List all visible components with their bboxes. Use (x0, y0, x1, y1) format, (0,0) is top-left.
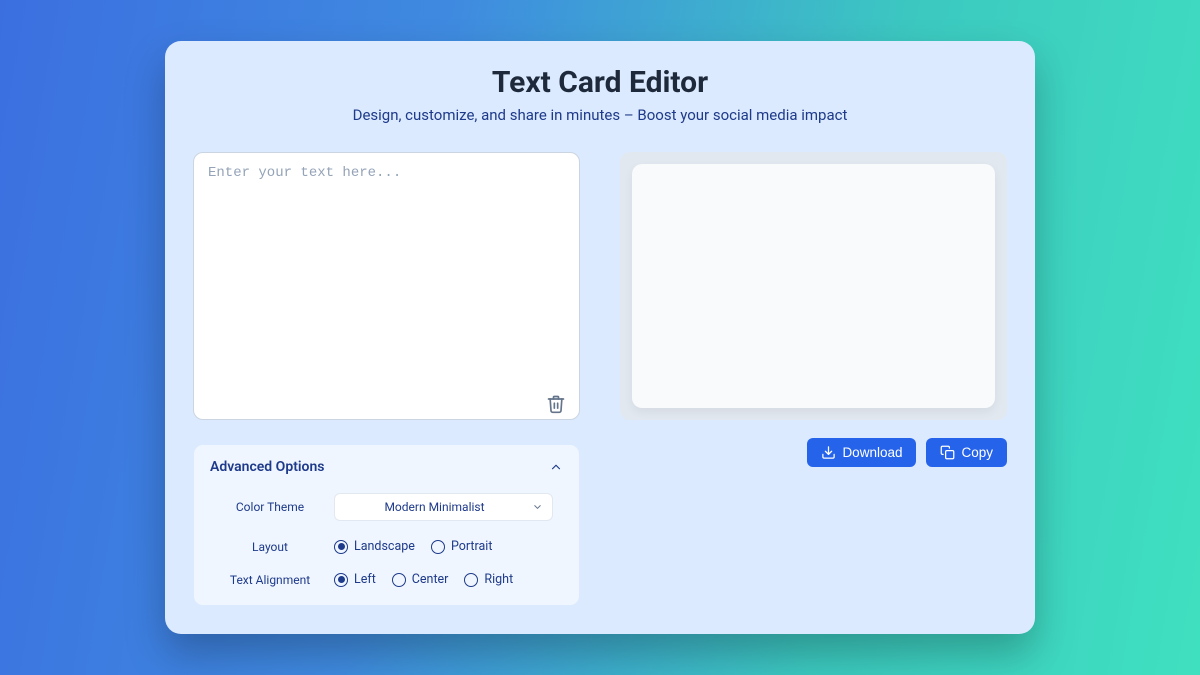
alignment-radio-group: Left Center Right (334, 572, 513, 587)
download-button[interactable]: Download (807, 438, 916, 467)
left-column: Advanced Options Color Theme Modern Mini… (193, 152, 580, 606)
radio-circle-icon (334, 540, 348, 554)
alignment-label: Text Alignment (220, 573, 320, 587)
actions-row: Download Copy (620, 438, 1007, 467)
page-subtitle: Design, customize, and share in minutes … (193, 106, 1007, 124)
clear-button[interactable] (546, 394, 566, 414)
layout-radio-portrait[interactable]: Portrait (431, 539, 493, 554)
download-button-label: Download (842, 445, 902, 460)
alignment-radio-center[interactable]: Center (392, 572, 449, 587)
color-theme-row: Color Theme Modern Minimalist (220, 493, 553, 521)
color-theme-label: Color Theme (220, 500, 320, 514)
alignment-row: Text Alignment Left Center (220, 572, 553, 587)
copy-icon (940, 445, 955, 460)
preview-box (620, 152, 1007, 420)
copy-button[interactable]: Copy (926, 438, 1007, 467)
layout-radio-group: Landscape Portrait (334, 539, 492, 554)
radio-circle-icon (334, 573, 348, 587)
alignment-radio-left[interactable]: Left (334, 572, 376, 587)
radio-circle-icon (392, 573, 406, 587)
layout-radio-landscape-label: Landscape (354, 539, 415, 554)
color-theme-select[interactable]: Modern Minimalist (334, 493, 553, 521)
alignment-radio-right-label: Right (484, 572, 513, 587)
right-column: Download Copy (620, 152, 1007, 606)
layout-row: Layout Landscape Portrait (220, 539, 553, 554)
alignment-radio-right[interactable]: Right (464, 572, 513, 587)
page-title: Text Card Editor (193, 65, 1007, 100)
radio-circle-icon (464, 573, 478, 587)
advanced-toggle[interactable]: Advanced Options (210, 459, 563, 475)
preview-canvas (632, 164, 995, 408)
layout-radio-portrait-label: Portrait (451, 539, 493, 554)
alignment-radio-center-label: Center (412, 572, 449, 587)
color-theme-select-wrap: Modern Minimalist (334, 493, 553, 521)
advanced-body: Color Theme Modern Minimalist Layout Lan… (210, 493, 563, 587)
alignment-radio-left-label: Left (354, 572, 376, 587)
chevron-up-icon (549, 460, 563, 474)
copy-button-label: Copy (961, 445, 993, 460)
layout-radio-landscape[interactable]: Landscape (334, 539, 415, 554)
main-row: Advanced Options Color Theme Modern Mini… (193, 152, 1007, 606)
advanced-title: Advanced Options (210, 459, 324, 475)
download-icon (821, 445, 836, 460)
textarea-wrap (193, 152, 580, 424)
text-input[interactable] (193, 152, 580, 420)
layout-label: Layout (220, 540, 320, 554)
advanced-panel: Advanced Options Color Theme Modern Mini… (193, 444, 580, 606)
trash-icon (546, 394, 566, 414)
radio-circle-icon (431, 540, 445, 554)
editor-card: Text Card Editor Design, customize, and … (165, 41, 1035, 634)
